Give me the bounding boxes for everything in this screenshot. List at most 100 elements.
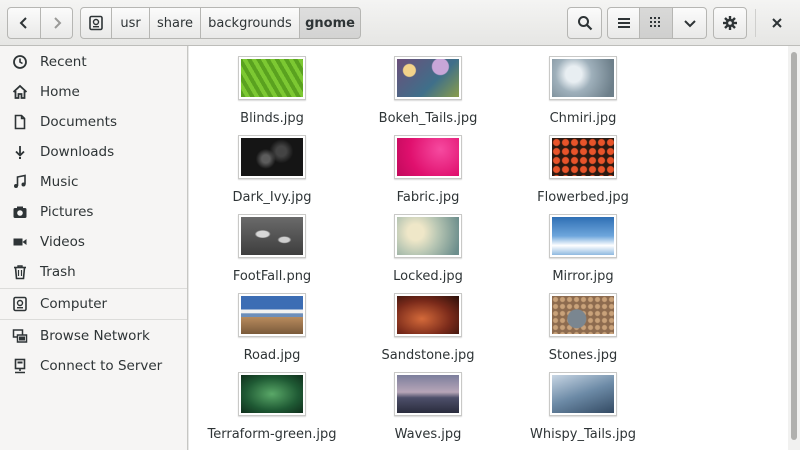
music-icon [11, 173, 29, 191]
sidebar-item-recent[interactable]: Recent [0, 48, 187, 76]
sidebar-item-label: Documents [40, 114, 117, 130]
search-icon [577, 16, 592, 31]
file-name: Sandstone.jpg [381, 348, 475, 363]
sidebar-item-home[interactable]: Home [0, 78, 187, 106]
file-item[interactable]: Waves.jpg [358, 372, 498, 450]
sidebar-item-pictures[interactable]: Pictures [0, 198, 187, 226]
file-item[interactable]: Whispy_Tails.jpg [513, 372, 653, 450]
file-thumbnail [394, 135, 462, 179]
download-icon [11, 143, 29, 161]
file-thumbnail [394, 214, 462, 258]
sidebar-item-label: Computer [40, 296, 108, 312]
drive-icon [11, 295, 29, 313]
file-item[interactable]: Locked.jpg [358, 214, 498, 292]
header-separator [755, 9, 756, 37]
file-thumbnail [549, 372, 617, 416]
close-button[interactable] [763, 7, 791, 39]
close-icon [772, 18, 782, 28]
sidebar-item-label: Downloads [40, 144, 115, 160]
list-view-button[interactable] [607, 7, 640, 39]
file-item[interactable]: Sandstone.jpg [358, 293, 498, 371]
file-thumbnail [238, 135, 306, 179]
file-thumbnail [549, 293, 617, 337]
file-name: Road.jpg [243, 348, 301, 363]
sidebar-item-music[interactable]: Music [0, 168, 187, 196]
sidebar-item-documents[interactable]: Documents [0, 108, 187, 136]
sidebar-item-label: Connect to Server [40, 358, 163, 374]
sidebar-item-trash[interactable]: Trash [0, 258, 187, 286]
sidebar-item-label: Music [40, 174, 79, 190]
file-grid: Blinds.jpg Bokeh_Tails.jpg Chmiri.jpg Da… [189, 46, 800, 450]
file-name: Blinds.jpg [240, 111, 304, 126]
camera-icon [11, 203, 29, 221]
file-item[interactable]: Dark_Ivy.jpg [202, 135, 342, 213]
path-gnome-button[interactable]: gnome [300, 7, 361, 39]
file-thumbnail [238, 56, 306, 100]
file-thumbnail [549, 214, 617, 258]
file-name: Bokeh_Tails.jpg [378, 111, 478, 126]
file-item[interactable]: Fabric.jpg [358, 135, 498, 213]
clock-icon [11, 53, 29, 71]
drive-icon [89, 15, 103, 31]
settings-button[interactable] [713, 7, 747, 39]
home-icon [11, 83, 29, 101]
chevron-down-icon [683, 20, 696, 28]
file-thumbnail [394, 372, 462, 416]
file-item[interactable]: Mirror.jpg [513, 214, 653, 292]
path-usr-button[interactable]: usr [112, 7, 150, 39]
file-name: Locked.jpg [393, 269, 463, 284]
chevron-right-icon [53, 17, 61, 29]
scrollbar[interactable] [788, 46, 800, 450]
network-icon [11, 327, 29, 345]
sidebar-item-label: Recent [40, 54, 87, 70]
file-item[interactable]: Stones.jpg [513, 293, 653, 371]
file-item[interactable]: Bokeh_Tails.jpg [358, 56, 498, 134]
sidebar-item-label: Videos [40, 234, 85, 250]
sidebar-separator [0, 288, 187, 289]
sidebar-item-label: Browse Network [40, 328, 150, 344]
sidebar-item-browse-network[interactable]: Browse Network [0, 322, 187, 350]
file-thumbnail [549, 56, 617, 100]
file-name: Stones.jpg [548, 348, 618, 363]
document-icon [11, 113, 29, 131]
file-item[interactable]: Road.jpg [202, 293, 342, 371]
grid-view-icon [650, 17, 660, 27]
path-backgrounds-button[interactable]: backgrounds [201, 7, 300, 39]
file-name: Waves.jpg [394, 427, 462, 442]
file-item[interactable]: Terraform-green.jpg [202, 372, 342, 450]
file-name: FootFall.png [232, 269, 312, 284]
sidebar-item-computer[interactable]: Computer [0, 290, 187, 318]
path-root-button[interactable] [80, 7, 112, 39]
gear-icon [723, 16, 737, 30]
file-name: Chmiri.jpg [549, 111, 617, 126]
file-name: Flowerbed.jpg [537, 190, 629, 205]
sidebar-item-connect-to-server[interactable]: Connect to Server [0, 352, 187, 380]
file-item[interactable]: Chmiri.jpg [513, 56, 653, 134]
view-menu-button[interactable] [673, 7, 707, 39]
sidebar-item-videos[interactable]: Videos [0, 228, 187, 256]
list-view-icon [617, 18, 630, 28]
file-thumbnail [394, 56, 462, 100]
file-thumbnail [394, 293, 462, 337]
sidebar-item-downloads[interactable]: Downloads [0, 138, 187, 166]
forward-button[interactable] [41, 7, 73, 39]
file-name: Terraform-green.jpg [207, 427, 337, 442]
file-thumbnail [238, 214, 306, 258]
file-name: Whispy_Tails.jpg [530, 427, 636, 442]
file-item[interactable]: Blinds.jpg [202, 56, 342, 134]
search-button[interactable] [567, 7, 602, 39]
chevron-left-icon [19, 17, 27, 29]
sidebar-separator [0, 319, 187, 320]
server-icon [11, 357, 29, 375]
file-item[interactable]: Flowerbed.jpg [513, 135, 653, 213]
back-button[interactable] [7, 7, 41, 39]
file-thumbnail [238, 372, 306, 416]
grid-view-button[interactable] [640, 7, 673, 39]
file-item[interactable]: FootFall.png [202, 214, 342, 292]
file-thumbnail [238, 293, 306, 337]
video-icon [11, 233, 29, 251]
header-bar: usr share backgrounds gnome [0, 0, 800, 46]
path-share-button[interactable]: share [150, 7, 201, 39]
sidebar-item-label: Trash [40, 264, 76, 280]
scrollbar-thumb[interactable] [791, 52, 797, 440]
